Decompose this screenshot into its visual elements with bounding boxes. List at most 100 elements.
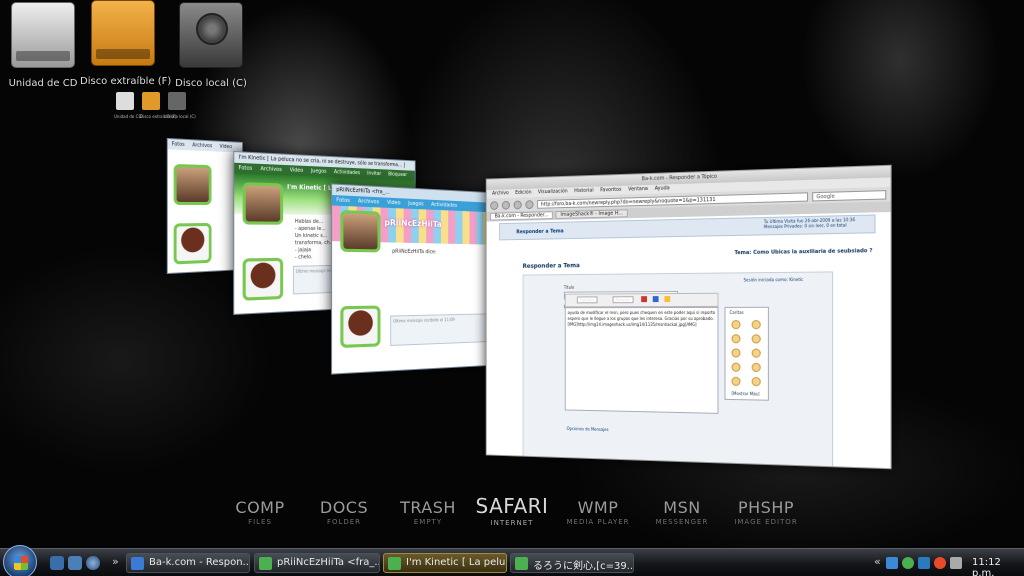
search-input[interactable]: Google bbox=[812, 190, 886, 201]
smiley-icon[interactable] bbox=[731, 377, 740, 386]
local-disk-icon[interactable]: Disco local (C) bbox=[168, 2, 254, 89]
forum-page: Responder a Tema Tu Ultima Visita fue 26… bbox=[487, 212, 891, 468]
volume-icon[interactable] bbox=[950, 557, 962, 569]
dock-docs[interactable]: DOCS FOLDER bbox=[304, 498, 384, 526]
dock-docs-sub: FOLDER bbox=[304, 518, 384, 526]
size-select[interactable]: Tamaño bbox=[613, 296, 634, 303]
menu-actividades[interactable]: Actividades bbox=[431, 202, 457, 209]
msn-window-princezhita[interactable]: pRiiNcEzHiiTa <fra_... Fotos Archivos Vi… bbox=[331, 183, 491, 374]
smiley-icon[interactable] bbox=[731, 348, 740, 357]
smiley-icon[interactable] bbox=[752, 363, 761, 372]
msn-icon bbox=[388, 557, 401, 570]
smiley-icon[interactable] bbox=[731, 320, 740, 329]
menu-video[interactable]: Video bbox=[387, 200, 401, 207]
dock-safari[interactable]: SAFARI INTERNET bbox=[472, 494, 552, 527]
local-disk-label: Disco local (C) bbox=[168, 78, 254, 89]
menu-archivos[interactable]: Archivos bbox=[260, 166, 281, 173]
back-icon[interactable] bbox=[490, 201, 498, 210]
show-desktop-icon[interactable] bbox=[50, 556, 64, 570]
taskbar-button-browser[interactable]: Ba-k.com - Respon... bbox=[126, 553, 250, 573]
removable-drive-icon[interactable]: Disco extraíble (F) bbox=[80, 0, 166, 87]
menu-juegos[interactable]: Juegos bbox=[311, 168, 327, 175]
menu-ayuda[interactable]: Ayuda bbox=[655, 185, 670, 192]
smiley-icon[interactable] bbox=[752, 377, 761, 386]
security-icon[interactable] bbox=[934, 557, 946, 569]
smiley-icon[interactable] bbox=[752, 334, 761, 343]
mini-cd-label: Unidad de CD bbox=[114, 114, 142, 119]
menu-historial[interactable]: Historial bbox=[574, 188, 593, 195]
menu-favoritos[interactable]: Favoritos bbox=[600, 187, 621, 195]
msn-back-menubar: Fotos Archivos Video bbox=[168, 139, 242, 153]
dock-trash-label: TRASH bbox=[388, 498, 468, 517]
clock[interactable]: 11:12 p.m. bbox=[972, 557, 1024, 576]
insert-image-icon[interactable] bbox=[664, 296, 670, 302]
font-color-icon[interactable] bbox=[641, 296, 647, 302]
menu-archivo[interactable]: Archivo bbox=[492, 190, 509, 197]
taskbar-button-msn-other[interactable]: るろうに剣心,[c=39... bbox=[510, 553, 634, 573]
smileys-panel: Caritas [Mostrar Más] bbox=[724, 307, 768, 401]
taskbar: » Ba-k.com - Respon... pRiiNcEzHiiTa <fr… bbox=[0, 548, 1024, 576]
bluetooth-icon[interactable] bbox=[886, 557, 898, 569]
smiley-icon[interactable] bbox=[752, 349, 761, 358]
taskbar-button-msn-princezhita[interactable]: pRiiNcEzHiiTa <fra_... bbox=[254, 553, 380, 573]
smiley-icon[interactable] bbox=[752, 320, 761, 329]
msn-front-nick: pRiiNcEzHiiTa bbox=[384, 218, 441, 229]
tab-bak[interactable]: Ba-k.com - Responder... bbox=[490, 211, 553, 220]
quicklaunch-more-icon[interactable]: » bbox=[112, 555, 119, 568]
tray-expand-icon[interactable]: « bbox=[874, 555, 881, 568]
menu-juegos[interactable]: Juegos bbox=[408, 201, 424, 208]
start-button[interactable] bbox=[3, 545, 37, 576]
font-select[interactable]: Fuentes bbox=[577, 296, 597, 303]
browser-window[interactable]: Ba-k.com - Responder a Tópico Archivo Ed… bbox=[486, 165, 892, 470]
menu-video[interactable]: Video bbox=[219, 144, 232, 151]
forward-icon[interactable] bbox=[502, 200, 510, 209]
dock-msn[interactable]: MSN MESSENGER bbox=[642, 498, 722, 526]
menu-archivos[interactable]: Archivos bbox=[358, 198, 379, 205]
dock-trash-sub: EMPTY bbox=[388, 518, 468, 526]
menu-archivos[interactable]: Archivos bbox=[192, 142, 212, 149]
menu-bloquear[interactable]: Bloquear bbox=[388, 172, 407, 179]
menu-fotos[interactable]: Fotos bbox=[172, 141, 185, 148]
menu-edicion[interactable]: Edición bbox=[515, 190, 531, 197]
message-editor[interactable]: ayuda de modificar el msn, pero pues che… bbox=[565, 307, 719, 414]
dock-phshp[interactable]: PHSHP IMAGE EDITOR bbox=[726, 498, 806, 526]
contact-avatar bbox=[340, 210, 380, 252]
menu-ventana[interactable]: Ventana bbox=[628, 186, 648, 194]
cd-drive-icon[interactable]: Unidad de CD bbox=[0, 2, 86, 89]
dock-wmp[interactable]: WMP MEDIA PLAYER bbox=[558, 498, 638, 526]
dock-trash[interactable]: TRASH EMPTY bbox=[388, 498, 468, 526]
msn-window-back[interactable]: Fotos Archivos Video bbox=[167, 138, 243, 274]
smiley-icon[interactable] bbox=[731, 363, 740, 372]
msn-front-line: pRiiNcEzHiiTa dice: bbox=[392, 249, 436, 257]
msn-tray-icon[interactable] bbox=[902, 557, 914, 569]
menu-invitar[interactable]: Invitar bbox=[367, 171, 381, 177]
mini-local-label: Disco local (C) bbox=[167, 114, 196, 119]
menu-visualizacion[interactable]: Visualización bbox=[538, 188, 568, 196]
taskbar-button-label: pRiiNcEzHiiTa <fra_... bbox=[277, 557, 380, 568]
add-bookmark-icon[interactable] bbox=[525, 200, 533, 209]
mini-cd-icon bbox=[116, 92, 134, 110]
menu-fotos[interactable]: Fotos bbox=[336, 197, 350, 204]
taskbar-button-msn-kinetic[interactable]: I'm Kinetic [ La pelu... bbox=[383, 553, 507, 573]
msn-icon bbox=[259, 557, 272, 570]
own-avatar bbox=[243, 258, 284, 301]
menu-video[interactable]: Video bbox=[290, 167, 304, 174]
msn-front-input[interactable]: Ultimo mensaje recibido el 11:09 bbox=[390, 313, 487, 346]
insert-link-icon[interactable] bbox=[653, 296, 659, 302]
local-disk-icon-image bbox=[179, 2, 243, 68]
dock-wmp-label: WMP bbox=[558, 498, 638, 517]
own-avatar bbox=[174, 223, 212, 265]
menu-actividades[interactable]: Actividades bbox=[334, 169, 360, 176]
menu-fotos[interactable]: Fotos bbox=[238, 165, 252, 172]
dock-safari-sub: INTERNET bbox=[472, 519, 552, 527]
reload-icon[interactable] bbox=[514, 200, 522, 209]
mini-removable-icon bbox=[142, 92, 160, 110]
internet-explorer-icon[interactable] bbox=[86, 556, 100, 570]
breadcrumb[interactable]: Responder a Tema bbox=[516, 228, 563, 235]
more-smileys-link[interactable]: [Mostrar Más] bbox=[731, 391, 759, 397]
switch-windows-icon[interactable] bbox=[68, 556, 82, 570]
dock-comp[interactable]: COMP FILES bbox=[220, 498, 300, 526]
network-icon[interactable] bbox=[918, 557, 930, 569]
browser-icon bbox=[131, 557, 144, 570]
smiley-icon[interactable] bbox=[731, 334, 740, 343]
